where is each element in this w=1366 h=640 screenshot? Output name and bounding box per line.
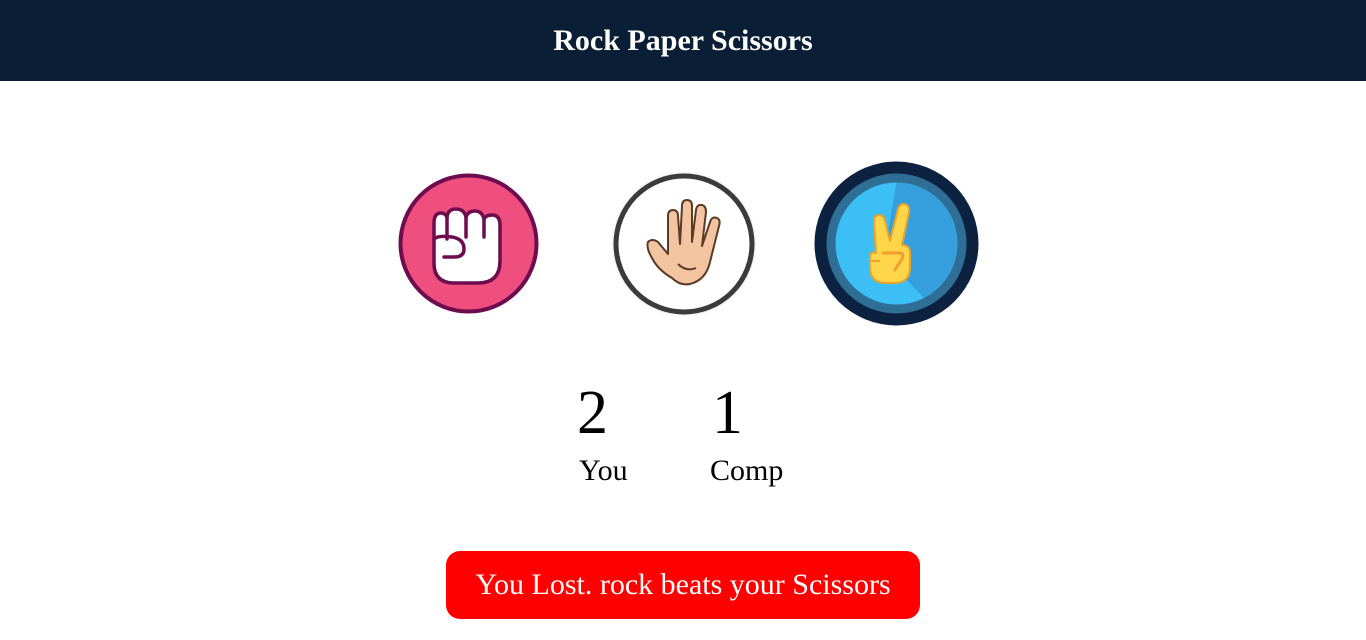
rock-button[interactable] — [398, 173, 539, 314]
open-hand-icon — [612, 172, 756, 316]
app-header: Rock Paper Scissors — [0, 0, 1366, 81]
fist-icon — [398, 173, 539, 314]
user-score-value: 2 — [577, 379, 608, 447]
scissors-button[interactable] — [814, 161, 979, 326]
comp-score-label: Comp — [710, 454, 784, 487]
page-title: Rock Paper Scissors — [553, 23, 813, 57]
peace-hand-icon — [814, 161, 979, 326]
result-message: You Lost. rock beats your Scissors — [446, 551, 920, 619]
comp-score-value: 1 — [712, 379, 743, 447]
user-score-label: You — [579, 454, 628, 487]
paper-button[interactable] — [610, 170, 758, 318]
user-score: 2 You — [577, 382, 628, 486]
comp-score: 1 Comp — [710, 382, 783, 486]
